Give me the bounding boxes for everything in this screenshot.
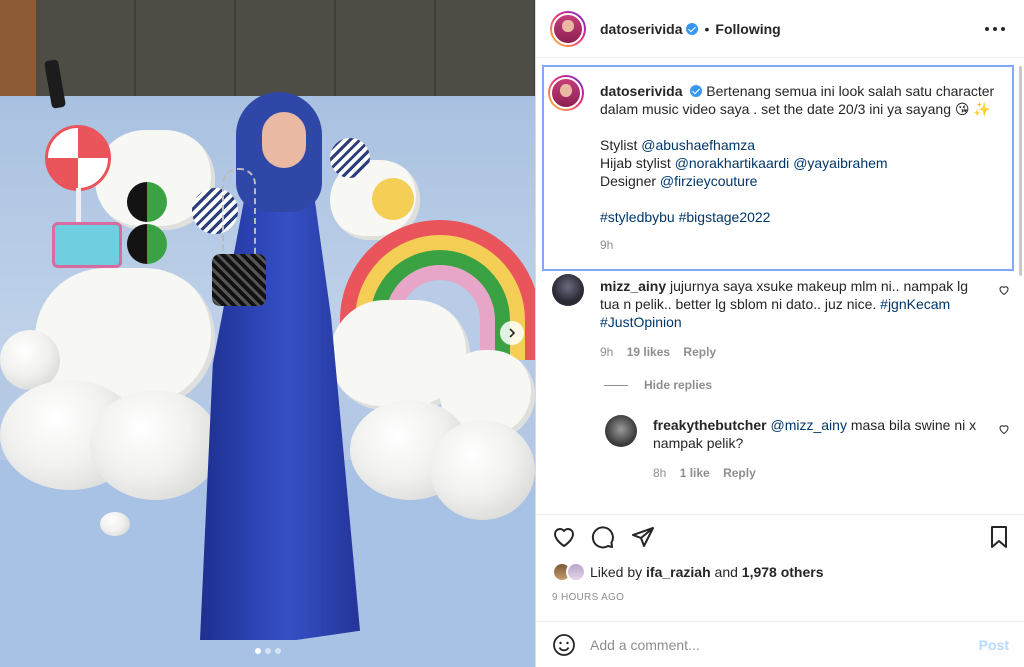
caption-text-1: Bertenang semua ini look salah satu char… [706, 83, 995, 99]
reply-text-1: masa bila swine ni x [850, 417, 977, 433]
photo-cotton [100, 512, 130, 536]
caption-avatar[interactable] [548, 75, 584, 111]
carousel-indicator [0, 648, 535, 654]
comment-body: mizz_ainy jujurnya saya xsuke makeup mlm… [600, 277, 995, 359]
separator-dot: • [704, 20, 710, 37]
comment-likes[interactable]: 19 likes [627, 345, 670, 359]
hijab-label: Hijab stylist [600, 155, 671, 171]
liked-by-and: and [714, 564, 738, 580]
following-button[interactable]: Following [715, 21, 780, 37]
hashtag-link[interactable]: #bigstage2022 [679, 209, 771, 225]
commenter-avatar[interactable] [552, 274, 584, 306]
post-header: datoserivida • Following [536, 0, 1024, 58]
comment-text-1: jujurnya saya xsuke makeup mlm ni.. namp… [670, 278, 969, 294]
author-avatar[interactable] [550, 10, 586, 47]
reply-line-1: freakythebutcher @mizz_ainy masa bila sw… [653, 416, 993, 434]
post-time-ago[interactable]: 9 HOURS AGO [552, 592, 624, 603]
liked-by-prefix: Liked by [590, 564, 643, 580]
hide-replies-line [604, 384, 628, 386]
heart-icon[interactable] [552, 525, 576, 549]
photo-lollipop [45, 125, 111, 191]
comment-meta: 9h 19 likes Reply [600, 345, 995, 359]
caption-hijab-line: Hijab stylist @norakhartikaardi @yayaibr… [600, 154, 1005, 172]
photo-cotton [430, 420, 535, 520]
reply-body: freakythebutcher @mizz_ainy masa bila sw… [653, 416, 993, 480]
caption-timestamp: 9h [600, 238, 614, 252]
post-photo[interactable] [0, 0, 535, 667]
liked-by-others[interactable]: 1,978 others [742, 564, 824, 580]
bookmark-icon[interactable] [987, 525, 1011, 549]
hijab-mention-1[interactable]: @norakhartikaardi [675, 155, 790, 171]
carousel-next-button[interactable] [500, 321, 524, 345]
reply-likes[interactable]: 1 like [680, 466, 710, 480]
reply-time: 8h [653, 466, 667, 480]
photo-green-ball [127, 224, 167, 264]
carousel-dot [254, 648, 261, 654]
reply-mention[interactable]: @mizz_ainy [770, 417, 846, 433]
photo-striped-ball [330, 138, 370, 178]
comment-line-2: tua n pelik.. better lg sblom ni dato.. … [600, 295, 995, 313]
reply-meta: 8h 1 like Reply [653, 466, 993, 480]
comment-icon[interactable] [591, 525, 615, 549]
caption-line-1: datoserivida Bertenang semua ini look sa… [600, 82, 1005, 100]
carousel-dot [274, 648, 281, 654]
photo-yellow-ball [372, 178, 414, 220]
caption-stylist-line: Stylist @abushaefhamza [600, 136, 1005, 154]
heart-icon[interactable] [998, 423, 1010, 435]
photo-handbag [212, 254, 266, 306]
comments-section[interactable]: datoserivida Bertenang semua ini look sa… [536, 59, 1024, 514]
hashtag-link[interactable]: #styledbybu [600, 209, 675, 225]
liked-by: Liked by ifa_raziah and 1,978 others [552, 562, 824, 582]
stylist-mention[interactable]: @abushaefhamza [641, 137, 755, 153]
comment-username[interactable]: mizz_ainy [600, 278, 666, 294]
emoji-icon[interactable] [552, 633, 576, 657]
liker-avatar[interactable] [566, 562, 586, 582]
photo-green-ball [127, 182, 167, 222]
comment-line-3: #JustOpinion [600, 313, 995, 331]
caption-hashtags: #styledbybu #bigstage2022 [600, 208, 1005, 226]
post-comment-button[interactable]: Post [979, 637, 1009, 653]
author-username[interactable]: datoserivida [600, 21, 682, 37]
more-icon[interactable] [985, 19, 1005, 39]
comment-hashtag[interactable]: #jgnKecam [880, 296, 950, 312]
photo-boombox [52, 222, 122, 268]
hide-replies[interactable]: Hide replies [604, 378, 712, 392]
caption-designer-line: Designer @firzieycouture [600, 172, 1005, 190]
reply-button[interactable]: Reply [683, 345, 716, 359]
stylist-label: Stylist [600, 137, 638, 153]
comment-hashtag[interactable]: #JustOpinion [600, 314, 682, 330]
heart-icon[interactable] [998, 284, 1010, 296]
liked-by-text: Liked by ifa_raziah and 1,978 others [590, 564, 824, 580]
share-icon[interactable] [631, 525, 655, 549]
designer-label: Designer [600, 173, 657, 189]
hide-replies-label[interactable]: Hide replies [644, 378, 712, 392]
comment-text-2: tua n pelik.. better lg sblom ni dato.. … [600, 296, 877, 312]
caption-text-2: dalam music video saya . set the date 20… [600, 101, 991, 117]
photo-wall-panel [36, 0, 535, 96]
post-side-panel: datoserivida • Following datoserivida Be… [535, 0, 1024, 667]
instagram-post-view: datoserivida • Following datoserivida Be… [0, 0, 1024, 667]
caption-body: datoserivida Bertenang semua ini look sa… [600, 82, 1005, 252]
verified-icon [686, 22, 699, 35]
verified-icon [690, 85, 703, 97]
liked-by-user[interactable]: ifa_raziah [646, 564, 711, 580]
photo-person-face [262, 112, 306, 168]
hijab-mention-2[interactable]: @yayaibrahem [793, 155, 887, 171]
designer-mention[interactable]: @firzieycouture [660, 173, 757, 189]
comment-time: 9h [600, 345, 614, 359]
post-actions: Liked by ifa_raziah and 1,978 others 9 H… [536, 514, 1024, 634]
chevron-right-icon [509, 328, 516, 338]
photo-cotton [90, 390, 220, 500]
photo-bag-strap [222, 168, 256, 258]
replier-avatar[interactable] [605, 415, 637, 447]
comment-line-1: mizz_ainy jujurnya saya xsuke makeup mlm… [600, 277, 995, 295]
carousel-dot [264, 648, 271, 654]
reply-text-2: nampak pelik? [653, 435, 744, 451]
comment-input[interactable] [590, 630, 960, 660]
comments-scrollbar[interactable] [1019, 66, 1022, 276]
caption-username[interactable]: datoserivida [600, 83, 682, 99]
add-comment-bar: Post [536, 621, 1024, 667]
reply-button[interactable]: Reply [723, 466, 756, 480]
reply-username[interactable]: freakythebutcher [653, 417, 767, 433]
